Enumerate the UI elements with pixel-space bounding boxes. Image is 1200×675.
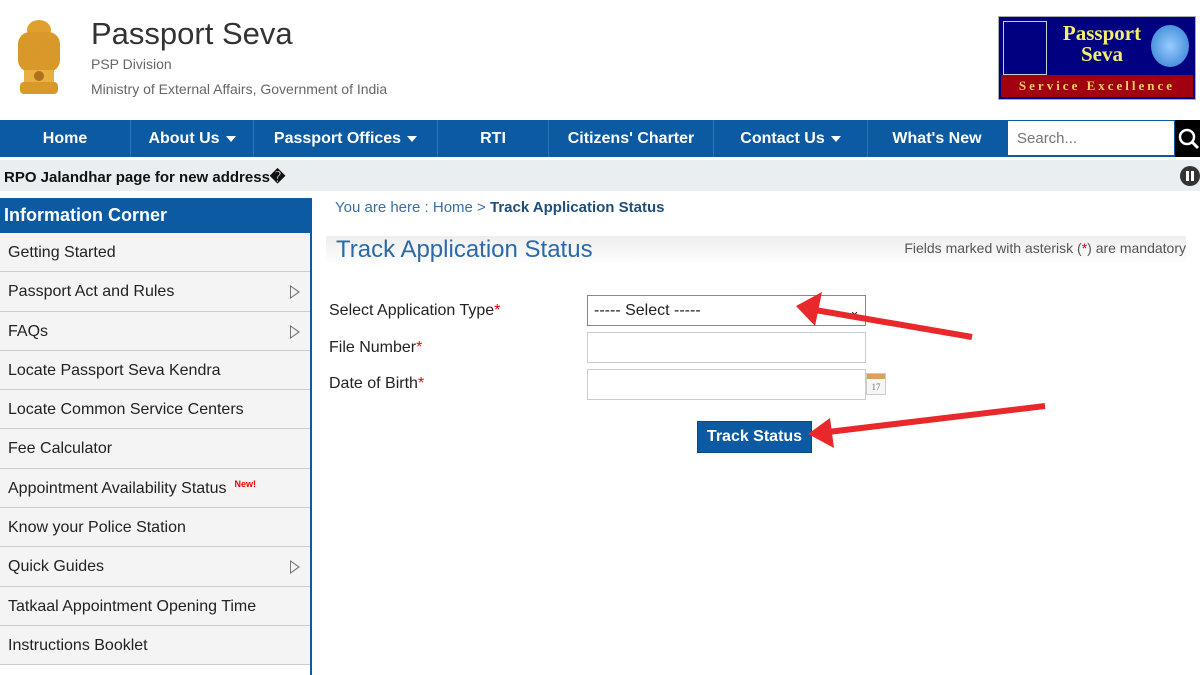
dob-label: Date of Birth* — [329, 375, 425, 392]
site-title: Passport Seva — [91, 16, 293, 51]
sidebar-item-locate-csc[interactable]: Locate Common Service Centers — [0, 390, 310, 430]
sidebar-item-tatkaal-time[interactable]: Tatkaal Appointment Opening Time — [0, 586, 310, 626]
sidebar-item-appointment-availability[interactable]: Appointment Availability Status New! — [0, 468, 310, 509]
logo-line2: Seva — [1081, 42, 1123, 66]
sidebar-title: Information Corner — [0, 198, 310, 233]
nav-about-us[interactable]: About Us — [131, 120, 254, 157]
passport-seva-logo: Passport Seva Service Excellence — [998, 16, 1196, 100]
search-button[interactable] — [1175, 120, 1200, 157]
application-type-label: Select Application Type* — [329, 302, 501, 319]
ministry-name: Ministry of External Affairs, Government… — [91, 81, 388, 97]
sidebar-item-passport-act[interactable]: Passport Act and Rules — [0, 272, 310, 312]
site-header: Passport Seva PSP Division Ministry of E… — [0, 0, 1200, 118]
breadcrumb-current: Track Application Status — [489, 199, 665, 216]
information-corner-sidebar: Information Corner Getting Started Passp… — [0, 198, 312, 675]
chevron-down-icon: ⌄ — [849, 303, 860, 318]
calendar-icon[interactable]: 17 — [866, 373, 886, 395]
sidebar-item-instructions-booklet[interactable]: Instructions Booklet — [0, 625, 310, 666]
nav-citizens-charter[interactable]: Citizens' Charter — [549, 120, 714, 157]
page-title: Track Application Status — [336, 236, 593, 263]
nav-contact-us[interactable]: Contact Us — [714, 120, 868, 157]
caret-down-icon — [407, 135, 418, 142]
dob-input[interactable] — [587, 369, 866, 400]
breadcrumb-home[interactable]: Home — [433, 199, 473, 216]
red-arrow-icon — [808, 403, 1046, 448]
sidebar-item-police-station[interactable]: Know your Police Station — [0, 508, 310, 548]
search-icon — [1178, 128, 1200, 150]
sidebar-item-quick-guides[interactable]: Quick Guides — [0, 547, 310, 587]
caret-down-icon — [830, 135, 841, 142]
national-emblem-logo — [18, 20, 60, 94]
logo-tagline: Service Excellence — [1001, 75, 1193, 97]
file-number-input[interactable] — [587, 332, 866, 363]
submenu-arrow-icon — [290, 324, 300, 339]
pause-icon[interactable] — [1180, 166, 1200, 186]
sidebar-item-locate-psk[interactable]: Locate Passport Seva Kendra — [0, 350, 310, 391]
track-status-button[interactable]: Track Status — [697, 421, 812, 453]
submenu-arrow-icon — [290, 285, 300, 300]
application-type-select[interactable]: ----- Select ----- ⌄ — [587, 295, 866, 326]
sidebar-item-faqs[interactable]: FAQs — [0, 311, 310, 351]
nav-rti[interactable]: RTI — [438, 120, 549, 157]
nav-passport-offices[interactable]: Passport Offices — [254, 120, 438, 157]
file-number-label: File Number* — [329, 339, 423, 356]
nav-whats-new[interactable]: What's New — [868, 120, 1006, 157]
sidebar-item-fee-calculator[interactable]: Fee Calculator — [0, 429, 310, 469]
caret-down-icon — [225, 135, 236, 142]
news-ticker[interactable]: RPO Jalandhar page for new address� — [0, 160, 1200, 191]
nav-home[interactable]: Home — [0, 120, 131, 157]
sidebar-item-getting-started[interactable]: Getting Started — [0, 233, 310, 273]
submenu-arrow-icon — [290, 560, 300, 575]
ticker-text[interactable]: RPO Jalandhar page for new address� — [4, 168, 285, 186]
new-badge: New! — [234, 478, 257, 489]
search-input[interactable] — [1007, 120, 1175, 156]
page-title-bar: Track Application Status Fields marked w… — [326, 236, 1186, 266]
mandatory-note: Fields marked with asterisk (*) are mand… — [904, 240, 1186, 256]
breadcrumb: You are here : Home > Track Application … — [335, 199, 665, 216]
division-name: PSP Division — [91, 56, 172, 72]
